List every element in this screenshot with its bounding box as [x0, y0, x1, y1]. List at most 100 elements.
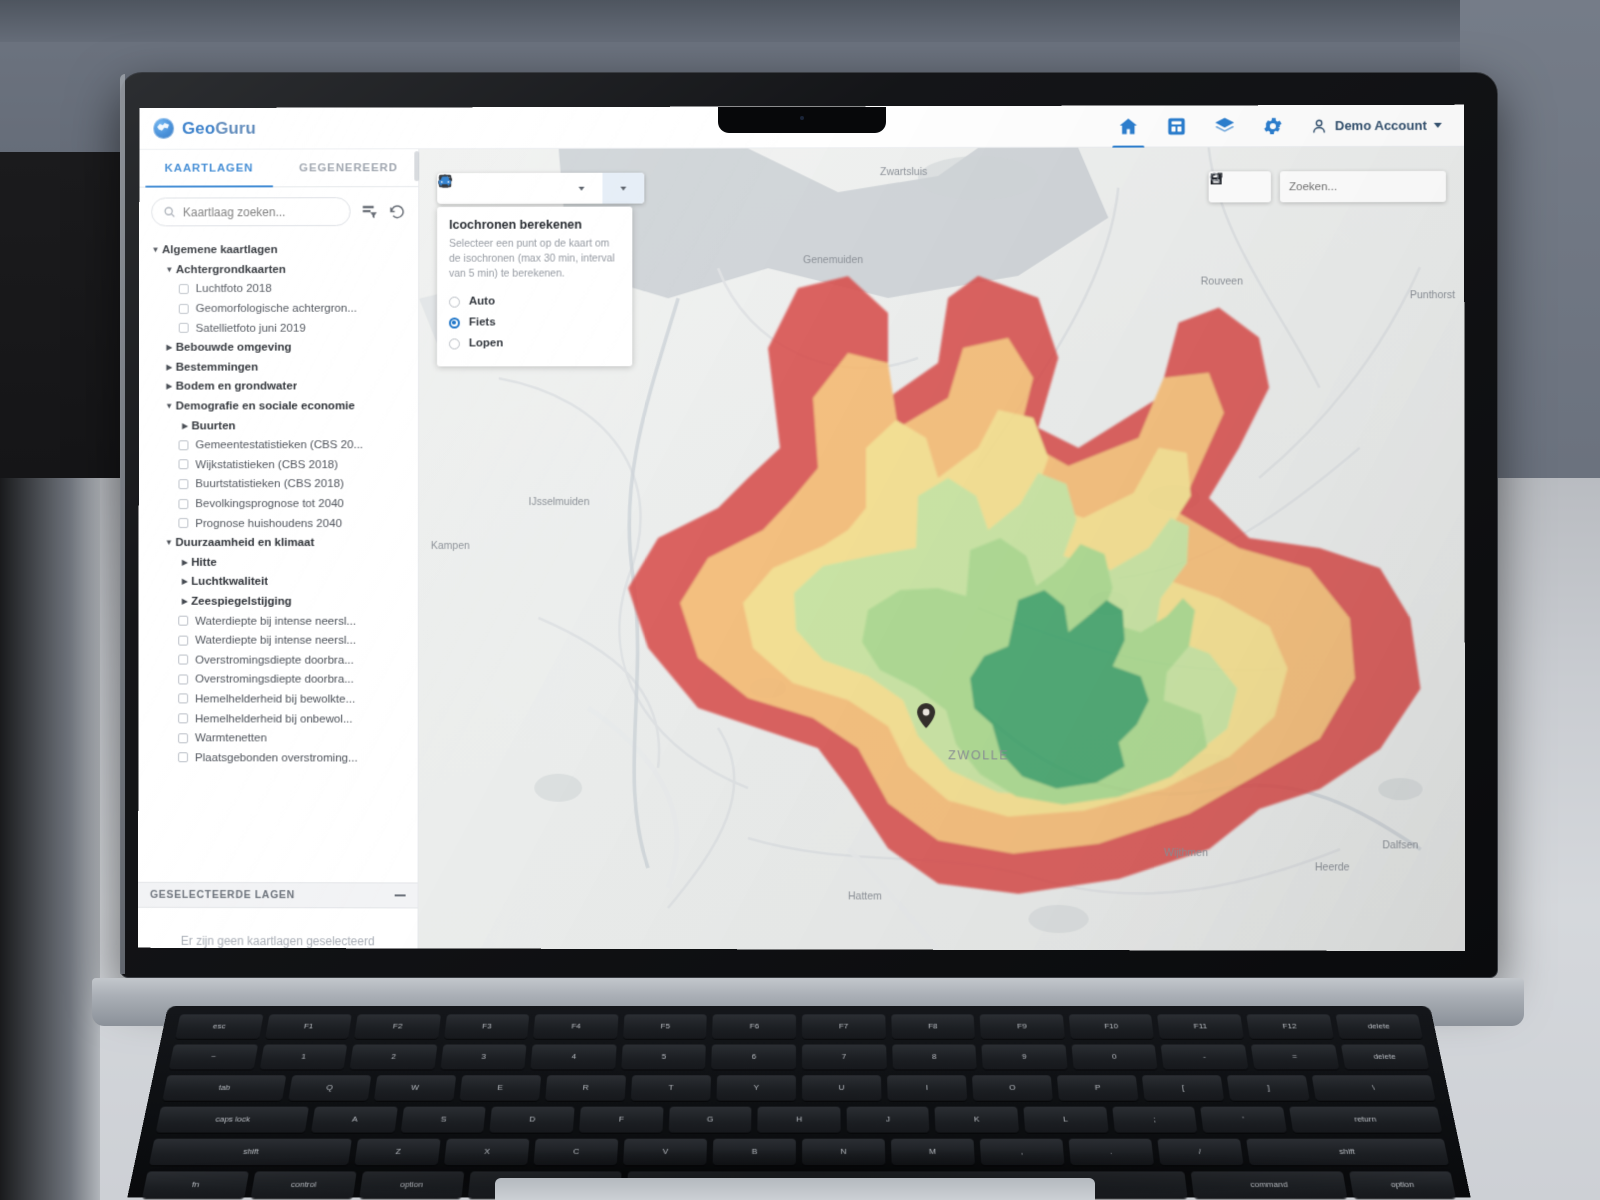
- layer-checkbox[interactable]: [178, 615, 189, 626]
- keyboard-key[interactable]: \: [1312, 1075, 1436, 1101]
- grid-raster-icon[interactable]: [499, 173, 530, 204]
- chevron-right-icon[interactable]: ▶: [163, 343, 176, 352]
- layer-group-row[interactable]: ▶ Buurten: [139, 416, 418, 436]
- keyboard-key[interactable]: 1: [259, 1044, 348, 1070]
- selected-layers-header[interactable]: GESELECTEERDE LAGEN: [138, 881, 418, 909]
- save-project-icon[interactable]: [1165, 115, 1187, 137]
- keyboard-key[interactable]: F11: [1157, 1014, 1244, 1039]
- keyboard-key[interactable]: 8: [891, 1044, 977, 1070]
- keyboard-key[interactable]: 4: [530, 1044, 617, 1070]
- chevron-down-icon[interactable]: ▼: [163, 265, 176, 274]
- chevron-down-icon[interactable]: [578, 186, 585, 191]
- layer-item-row[interactable]: Overstromingsdiepte doorbra...: [138, 650, 417, 670]
- chevron-down-icon[interactable]: [620, 186, 627, 191]
- keyboard-key[interactable]: delete: [1335, 1014, 1423, 1039]
- keyboard-key[interactable]: 2: [349, 1044, 438, 1070]
- radio-lopen[interactable]: [448, 338, 460, 350]
- layer-group-row[interactable]: ▶ Zeespiegelstijging: [139, 591, 418, 611]
- keyboard-key[interactable]: D: [489, 1106, 575, 1133]
- map-search-box[interactable]: [1280, 170, 1446, 203]
- keyboard-key[interactable]: E: [459, 1075, 541, 1101]
- keyboard-key[interactable]: caps lock: [155, 1106, 310, 1133]
- chevron-down-icon[interactable]: ▼: [163, 538, 176, 547]
- layer-checkbox[interactable]: [178, 518, 189, 529]
- layer-checkbox[interactable]: [178, 303, 189, 314]
- keyboard-key[interactable]: esc: [175, 1014, 264, 1039]
- keyboard-key[interactable]: G: [668, 1106, 752, 1133]
- layer-checkbox[interactable]: [178, 752, 188, 763]
- keyboard-key[interactable]: A: [311, 1106, 398, 1133]
- layer-item-row[interactable]: Waterdiepte bij intense neersl...: [139, 630, 418, 650]
- keyboard-key[interactable]: 7: [802, 1044, 887, 1070]
- search-input[interactable]: [182, 204, 339, 219]
- layer-checkbox[interactable]: [178, 479, 189, 490]
- radio-fiets[interactable]: [448, 317, 460, 329]
- layer-group-row[interactable]: ▶ Luchtkwaliteit: [139, 572, 418, 592]
- chevron-down-icon[interactable]: ▼: [149, 246, 162, 255]
- tab-gegenereerd[interactable]: GEGENEREERD: [279, 149, 419, 186]
- layer-item-row[interactable]: Geomorfologische achtergron...: [139, 298, 418, 318]
- keyboard-key[interactable]: 9: [981, 1044, 1068, 1070]
- isochrone-option-lopen[interactable]: Lopen: [448, 333, 620, 354]
- keyboard-key[interactable]: Q: [287, 1075, 371, 1101]
- chevron-right-icon[interactable]: ▶: [179, 421, 192, 430]
- keyboard-key[interactable]: ;: [1111, 1106, 1198, 1133]
- keyboard-key[interactable]: =: [1250, 1044, 1339, 1070]
- layer-checkbox[interactable]: [178, 459, 189, 470]
- layer-checkbox[interactable]: [178, 713, 189, 724]
- keyboard-key[interactable]: F10: [1068, 1014, 1155, 1039]
- keyboard-key[interactable]: [: [1142, 1075, 1225, 1101]
- minus-icon[interactable]: [394, 894, 406, 897]
- keyboard-key[interactable]: S: [400, 1106, 487, 1133]
- chevron-right-icon[interactable]: ▶: [163, 363, 176, 372]
- keyboard-key[interactable]: 6: [711, 1044, 797, 1070]
- keyboard-key[interactable]: W: [373, 1075, 456, 1101]
- layer-group-row[interactable]: ▶ Hitte: [139, 552, 418, 572]
- keyboard-key[interactable]: F5: [622, 1014, 708, 1039]
- chevron-right-icon[interactable]: ▶: [178, 577, 191, 586]
- layer-item-row[interactable]: Hemelhelderheid bij bewolkte...: [138, 689, 417, 709]
- measure-ruler-icon[interactable]: [561, 173, 603, 204]
- keyboard-key[interactable]: ': [1200, 1106, 1287, 1133]
- keyboard-key[interactable]: H: [757, 1106, 841, 1133]
- keyboard-key[interactable]: O: [972, 1075, 1054, 1101]
- isochrone-option-fiets[interactable]: Fiets: [448, 312, 620, 333]
- layer-group-row[interactable]: ▼ Achtergrondkaarten: [139, 259, 418, 279]
- layer-item-row[interactable]: Buurtstatistieken (CBS 2018): [139, 474, 418, 494]
- keyboard-key[interactable]: F8: [890, 1014, 976, 1039]
- export-map-icon[interactable]: [1240, 171, 1271, 202]
- keyboard-key[interactable]: F7: [802, 1014, 886, 1039]
- chevron-right-icon[interactable]: ▶: [163, 382, 176, 391]
- keyboard-key[interactable]: P: [1057, 1075, 1139, 1101]
- keyboard-key[interactable]: R: [544, 1075, 626, 1101]
- keyboard-key[interactable]: return: [1288, 1106, 1443, 1133]
- layer-item-row[interactable]: Hemelhelderheid bij onbewol...: [138, 709, 417, 729]
- layer-checkbox[interactable]: [178, 693, 189, 704]
- keyboard-key[interactable]: ~: [168, 1044, 258, 1070]
- account-menu[interactable]: Demo Account: [1310, 116, 1442, 134]
- layer-checkbox[interactable]: [178, 635, 189, 646]
- keyboard-key[interactable]: J: [846, 1106, 930, 1133]
- layer-item-row[interactable]: Luchtfoto 2018: [139, 279, 418, 299]
- keyboard-key[interactable]: 0: [1071, 1044, 1158, 1070]
- transport-car-icon[interactable]: [438, 172, 645, 204]
- keyboard-key[interactable]: F2: [354, 1014, 441, 1039]
- keyboard-key[interactable]: K: [934, 1106, 1020, 1133]
- keyboard-key[interactable]: L: [1023, 1106, 1109, 1133]
- layer-group-row[interactable]: ▶ Bodem en grondwater: [139, 377, 418, 397]
- chevron-right-icon[interactable]: ▶: [178, 597, 191, 606]
- layer-item-row[interactable]: Gemeentestatistieken (CBS 20...: [139, 435, 418, 455]
- app-brand[interactable]: GeoGuru: [153, 117, 256, 139]
- keyboard-key[interactable]: delete: [1340, 1044, 1430, 1070]
- settings-gear-icon[interactable]: [1262, 115, 1284, 137]
- layer-item-row[interactable]: Prognose huishoudens 2040: [139, 513, 418, 533]
- home-icon[interactable]: [1117, 115, 1139, 137]
- keyboard-key[interactable]: -: [1160, 1044, 1249, 1070]
- isochrone-option-auto[interactable]: Auto: [448, 291, 620, 312]
- chevron-right-icon[interactable]: ▶: [178, 558, 191, 567]
- layer-group-row[interactable]: ▶ Bebouwde omgeving: [139, 337, 418, 357]
- layer-checkbox[interactable]: [178, 674, 189, 685]
- drop-marker-icon[interactable]: [440, 173, 561, 204]
- layer-checkbox[interactable]: [178, 498, 189, 509]
- layer-item-row[interactable]: Plaatsgebonden overstroming...: [138, 748, 417, 768]
